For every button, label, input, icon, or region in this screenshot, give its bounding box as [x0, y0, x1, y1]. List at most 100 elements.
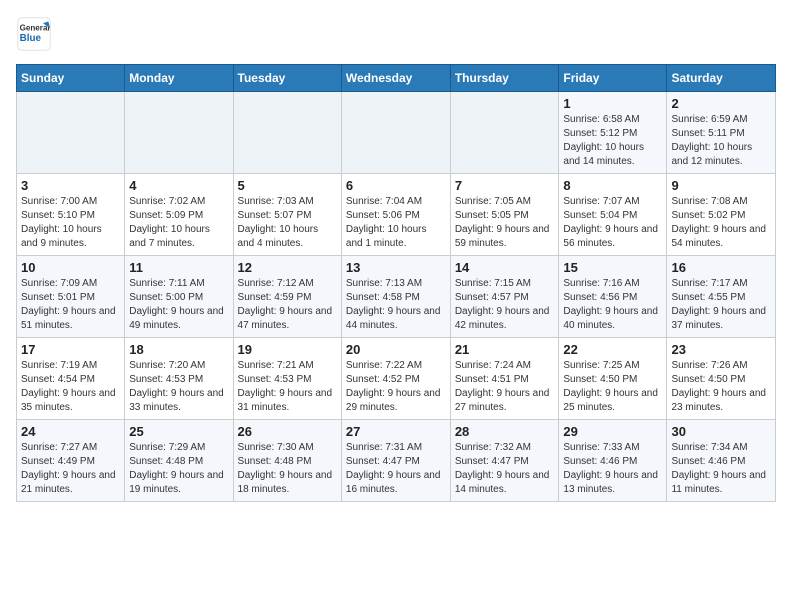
calendar-cell: 30 Sunrise: 7:34 AM Sunset: 4:46 PM Dayli… [667, 420, 776, 502]
day-info: Sunrise: 7:16 AM Sunset: 4:56 PM Dayligh… [563, 277, 662, 333]
day-number: 24 [21, 424, 120, 439]
day-info: Sunrise: 7:20 AM Sunset: 4:53 PM Dayligh… [129, 359, 228, 415]
day-number: 9 [671, 178, 771, 193]
day-info: Sunrise: 6:58 AM Sunset: 5:12 PM Dayligh… [563, 113, 662, 169]
day-info: Sunrise: 7:12 AM Sunset: 4:59 PM Dayligh… [238, 277, 337, 333]
calendar-cell: 6Sunrise: 7:04 AM Sunset: 5:06 PM Daylig… [341, 174, 450, 256]
calendar-cell: 20 Sunrise: 7:22 AM Sunset: 4:52 PM Dayli… [341, 338, 450, 420]
day-number: 2 [671, 96, 771, 111]
day-number: 11 [129, 260, 228, 275]
calendar-cell [125, 92, 233, 174]
calendar-cell: 2 Sunrise: 6:59 AM Sunset: 5:11 PM Daylig… [667, 92, 776, 174]
calendar-header-row: SundayMondayTuesdayWednesdayThursdayFrid… [17, 65, 776, 92]
day-number: 26 [238, 424, 337, 439]
calendar-cell: 11 Sunrise: 7:11 AM Sunset: 5:00 PM Dayli… [125, 256, 233, 338]
day-info: Sunrise: 7:03 AM Sunset: 5:07 PM Dayligh… [238, 195, 337, 251]
day-number: 30 [671, 424, 771, 439]
day-number: 13 [346, 260, 446, 275]
day-number: 18 [129, 342, 228, 357]
day-number: 5 [238, 178, 337, 193]
calendar-cell: 13 Sunrise: 7:13 AM Sunset: 4:58 PM Dayli… [341, 256, 450, 338]
day-info: Sunrise: 7:13 AM Sunset: 4:58 PM Dayligh… [346, 277, 446, 333]
day-info: Sunrise: 7:05 AM Sunset: 5:05 PM Dayligh… [455, 195, 555, 251]
day-info: Sunrise: 7:04 AM Sunset: 5:06 PM Dayligh… [346, 195, 446, 251]
calendar-cell: 29 Sunrise: 7:33 AM Sunset: 4:46 PM Dayli… [559, 420, 667, 502]
day-number: 1 [563, 96, 662, 111]
day-info: Sunrise: 7:25 AM Sunset: 4:50 PM Dayligh… [563, 359, 662, 415]
calendar-cell [233, 92, 341, 174]
day-info: Sunrise: 6:59 AM Sunset: 5:11 PM Dayligh… [671, 113, 771, 169]
calendar-cell: 3 Sunrise: 7:00 AM Sunset: 5:10 PM Daylig… [17, 174, 125, 256]
weekday-header-wednesday: Wednesday [341, 65, 450, 92]
day-number: 12 [238, 260, 337, 275]
day-info: Sunrise: 7:00 AM Sunset: 5:10 PM Dayligh… [21, 195, 120, 251]
day-number: 22 [563, 342, 662, 357]
weekday-header-sunday: Sunday [17, 65, 125, 92]
calendar-cell: 9Sunrise: 7:08 AM Sunset: 5:02 PM Daylig… [667, 174, 776, 256]
calendar-cell: 12 Sunrise: 7:12 AM Sunset: 4:59 PM Dayli… [233, 256, 341, 338]
calendar-cell: 1 Sunrise: 6:58 AM Sunset: 5:12 PM Daylig… [559, 92, 667, 174]
day-info: Sunrise: 7:02 AM Sunset: 5:09 PM Dayligh… [129, 195, 228, 251]
day-info: Sunrise: 7:11 AM Sunset: 5:00 PM Dayligh… [129, 277, 228, 333]
day-number: 8 [563, 178, 662, 193]
day-number: 27 [346, 424, 446, 439]
day-number: 10 [21, 260, 120, 275]
day-info: Sunrise: 7:09 AM Sunset: 5:01 PM Dayligh… [21, 277, 120, 333]
day-info: Sunrise: 7:32 AM Sunset: 4:47 PM Dayligh… [455, 441, 555, 497]
calendar-cell: 27 Sunrise: 7:31 AM Sunset: 4:47 PM Dayli… [341, 420, 450, 502]
day-info: Sunrise: 7:31 AM Sunset: 4:47 PM Dayligh… [346, 441, 446, 497]
calendar-cell: 15 Sunrise: 7:16 AM Sunset: 4:56 PM Dayli… [559, 256, 667, 338]
calendar-cell: 28 Sunrise: 7:32 AM Sunset: 4:47 PM Dayli… [450, 420, 559, 502]
weekday-header-thursday: Thursday [450, 65, 559, 92]
day-number: 23 [671, 342, 771, 357]
day-number: 4 [129, 178, 228, 193]
calendar-cell: 22 Sunrise: 7:25 AM Sunset: 4:50 PM Dayli… [559, 338, 667, 420]
calendar-cell: 14 Sunrise: 7:15 AM Sunset: 4:57 PM Dayli… [450, 256, 559, 338]
calendar-cell: 19 Sunrise: 7:21 AM Sunset: 4:53 PM Dayli… [233, 338, 341, 420]
logo-icon: General Blue [16, 16, 52, 52]
day-number: 7 [455, 178, 555, 193]
day-info: Sunrise: 7:29 AM Sunset: 4:48 PM Dayligh… [129, 441, 228, 497]
day-number: 25 [129, 424, 228, 439]
day-info: Sunrise: 7:07 AM Sunset: 5:04 PM Dayligh… [563, 195, 662, 251]
day-number: 3 [21, 178, 120, 193]
day-number: 20 [346, 342, 446, 357]
calendar-cell: 23Sunrise: 7:26 AM Sunset: 4:50 PM Dayli… [667, 338, 776, 420]
calendar-cell: 16Sunrise: 7:17 AM Sunset: 4:55 PM Dayli… [667, 256, 776, 338]
weekday-header-friday: Friday [559, 65, 667, 92]
calendar-cell: 24 Sunrise: 7:27 AM Sunset: 4:49 PM Dayli… [17, 420, 125, 502]
day-info: Sunrise: 7:34 AM Sunset: 4:46 PM Dayligh… [671, 441, 771, 497]
day-info: Sunrise: 7:15 AM Sunset: 4:57 PM Dayligh… [455, 277, 555, 333]
calendar-cell: 18 Sunrise: 7:20 AM Sunset: 4:53 PM Dayli… [125, 338, 233, 420]
weekday-header-monday: Monday [125, 65, 233, 92]
day-info: Sunrise: 7:30 AM Sunset: 4:48 PM Dayligh… [238, 441, 337, 497]
calendar-cell: 10 Sunrise: 7:09 AM Sunset: 5:01 PM Dayli… [17, 256, 125, 338]
calendar-cell: 5 Sunrise: 7:03 AM Sunset: 5:07 PM Daylig… [233, 174, 341, 256]
day-info: Sunrise: 7:27 AM Sunset: 4:49 PM Dayligh… [21, 441, 120, 497]
day-number: 28 [455, 424, 555, 439]
day-number: 15 [563, 260, 662, 275]
calendar-cell: 8 Sunrise: 7:07 AM Sunset: 5:04 PM Daylig… [559, 174, 667, 256]
calendar-cell: 17 Sunrise: 7:19 AM Sunset: 4:54 PM Dayli… [17, 338, 125, 420]
day-info: Sunrise: 7:21 AM Sunset: 4:53 PM Dayligh… [238, 359, 337, 415]
weekday-header-tuesday: Tuesday [233, 65, 341, 92]
calendar-cell: 26 Sunrise: 7:30 AM Sunset: 4:48 PM Dayli… [233, 420, 341, 502]
day-number: 14 [455, 260, 555, 275]
calendar-week-1: 1 Sunrise: 6:58 AM Sunset: 5:12 PM Daylig… [17, 92, 776, 174]
day-number: 21 [455, 342, 555, 357]
calendar-week-4: 17 Sunrise: 7:19 AM Sunset: 4:54 PM Dayli… [17, 338, 776, 420]
calendar-week-2: 3 Sunrise: 7:00 AM Sunset: 5:10 PM Daylig… [17, 174, 776, 256]
calendar-cell: 21Sunrise: 7:24 AM Sunset: 4:51 PM Dayli… [450, 338, 559, 420]
calendar-week-5: 24 Sunrise: 7:27 AM Sunset: 4:49 PM Dayli… [17, 420, 776, 502]
day-number: 19 [238, 342, 337, 357]
day-info: Sunrise: 7:22 AM Sunset: 4:52 PM Dayligh… [346, 359, 446, 415]
calendar-cell [17, 92, 125, 174]
day-info: Sunrise: 7:19 AM Sunset: 4:54 PM Dayligh… [21, 359, 120, 415]
logo: General Blue [16, 16, 52, 52]
day-number: 29 [563, 424, 662, 439]
page-header: General Blue [16, 16, 776, 52]
weekday-header-saturday: Saturday [667, 65, 776, 92]
day-number: 17 [21, 342, 120, 357]
day-info: Sunrise: 7:33 AM Sunset: 4:46 PM Dayligh… [563, 441, 662, 497]
calendar-cell: 4 Sunrise: 7:02 AM Sunset: 5:09 PM Daylig… [125, 174, 233, 256]
